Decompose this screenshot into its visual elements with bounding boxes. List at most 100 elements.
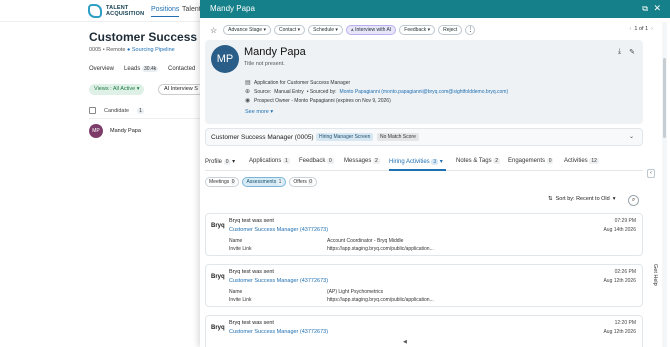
card-invite-link[interactable]: https://app.staging.bryq.com/public/appl… — [327, 246, 434, 252]
card-invite-label: Invite Link — [229, 297, 252, 303]
tab-messages[interactable]: Messages 2 — [344, 158, 380, 164]
tab-activities[interactable]: Activities 12 — [564, 158, 599, 164]
nav-positions[interactable]: Positions — [151, 6, 180, 17]
more-options-icon[interactable]: ⋮ — [465, 25, 476, 35]
match-score-badge: No Match Score — [377, 133, 419, 141]
tab-notes-tags[interactable]: Notes & Tags 2 — [456, 158, 501, 164]
bg-tab-overview[interactable]: Overview — [89, 66, 114, 72]
card-title: Bryq test was sent — [229, 320, 274, 326]
card-name-value: Account Coordinator - Bryq Middle — [327, 238, 404, 244]
next-arrow-icon[interactable]: › — [651, 26, 653, 32]
sort-icon: ⇅ — [548, 196, 553, 202]
action-bar: ☆ Advance Stage ▾ Contact ▾ Schedule ▾ ⩓… — [200, 22, 670, 38]
tab-hiring-activities[interactable]: Hiring Activities 3 ▾ — [389, 158, 443, 165]
views-dropdown[interactable]: Views : All Active ▾ — [89, 84, 145, 95]
document-icon: ▤ — [245, 80, 251, 86]
brand-logo[interactable]: TALENT ACQUISITION — [88, 4, 144, 18]
sourced-by-link[interactable]: Monto Papagianni (monto.papagianni@bryq.… — [340, 89, 509, 95]
avatar: MP — [89, 124, 103, 138]
schedule-button[interactable]: Schedule ▾ — [308, 25, 343, 35]
candidate-header: Candidate 1 — [89, 103, 204, 119]
reject-button[interactable]: Reject — [438, 25, 463, 35]
candidate-name: Mandy Papa — [244, 46, 306, 58]
brand-line2: ACQUISITION — [106, 11, 145, 17]
contact-button[interactable]: Contact ▾ — [274, 25, 306, 35]
card-time: 12:20 PM — [614, 320, 636, 326]
subtab-offers[interactable]: Offers 0 — [289, 177, 318, 187]
candidate-title: Title not present. — [244, 61, 285, 67]
card-title: Bryq test was sent — [229, 269, 274, 275]
profile-card: MP Mandy Papa Title not present. ⤓ ✎ ▤ A… — [205, 40, 643, 124]
card-name-label: Name — [229, 289, 243, 295]
ai-icon: ⩓ — [350, 27, 354, 33]
ai-interview-filter[interactable]: AI Interview S — [158, 84, 204, 95]
bryq-logo: Bryq — [211, 274, 225, 280]
select-all-checkbox[interactable] — [89, 107, 96, 114]
chevron-down-icon: ▾ — [612, 196, 616, 202]
pager: ‹ 1 of 1 › — [629, 26, 653, 32]
application-line: ▤ Application for Customer Success Manag… — [245, 79, 351, 87]
star-icon[interactable]: ☆ — [210, 26, 217, 35]
position-mode: Remote — [106, 47, 126, 53]
advance-stage-button[interactable]: Advance Stage ▾ — [223, 25, 271, 35]
see-more-link[interactable]: See more ▾ — [245, 109, 273, 115]
assessment-card: Bryq Bryq test was sent Customer Success… — [205, 264, 643, 307]
download-icon[interactable]: ⤓ — [618, 48, 621, 56]
card-job-link[interactable]: Customer Success Manager (43772673) — [229, 329, 328, 335]
get-help-tab[interactable]: Get Help — [652, 264, 658, 286]
card-date: Aug 12th 2026 — [603, 329, 636, 335]
collapse-panel-icon[interactable]: ‹ — [647, 169, 655, 178]
subtab-assessments[interactable]: Assessments 1 — [242, 177, 287, 187]
interview-with-ai-button[interactable]: ⩓ Interview with AI — [345, 25, 397, 35]
stage-badge: Hiring Manager Screen — [316, 133, 374, 141]
tab-feedback[interactable]: Feedback 0 — [299, 158, 334, 164]
card-time: 02:26 PM — [614, 269, 636, 275]
tab-applications[interactable]: Applications 1 — [249, 158, 290, 164]
position-status[interactable]: Sourcing Pipeline — [132, 47, 175, 53]
previous-arrow-icon[interactable]: ‹ — [630, 26, 632, 32]
bg-tab-leads[interactable]: Leads 30.4k — [124, 66, 159, 72]
job-card[interactable]: Customer Success Manager (0005) Hiring M… — [205, 128, 643, 146]
source-line: ⊕ Source: Manual Entry • Sourced by: Mon… — [245, 88, 509, 96]
candidate-row[interactable]: MP Mandy Papa — [89, 124, 141, 138]
tab-bar: Profile 0 ▾ Applications 1 Feedback 0 Me… — [205, 155, 643, 171]
edit-icon[interactable]: ✎ — [629, 48, 635, 56]
card-title: Bryq test was sent — [229, 218, 274, 224]
source-icon: ⊕ — [245, 89, 251, 95]
job-title: Customer Success Manager (0005) — [211, 134, 314, 141]
tab-profile[interactable]: Profile 0 ▾ — [205, 158, 235, 165]
nav-talent[interactable]: Talent — [182, 6, 201, 13]
prospect-owner-line: ◉ Prospect Owner - Monto Papagianni (exp… — [245, 97, 391, 105]
position-meta: 0005 • Remote ● Sourcing Pipeline — [89, 47, 175, 53]
card-invite-label: Invite Link — [229, 246, 252, 252]
feedback-button[interactable]: Feedback ▾ — [399, 25, 436, 35]
card-time: 07:29 PM — [614, 218, 636, 224]
assessment-card: Bryq Bryq test was sent Customer Success… — [205, 213, 643, 256]
close-icon[interactable]: ✕ — [653, 3, 661, 14]
scroll-left-icon[interactable]: ◀ — [403, 339, 407, 345]
card-job-link[interactable]: Customer Success Manager (43772673) — [229, 278, 328, 284]
subtab-bar: Meetings 0 Assessments 1 Offers 0 — [205, 177, 318, 187]
card-job-link[interactable]: Customer Success Manager (43772673) — [229, 227, 328, 233]
tab-engagements[interactable]: Engagements 0 — [508, 158, 554, 164]
sort-dropdown[interactable]: ⇅ Sort by: Recent to Old ▾ — [548, 196, 615, 202]
drawer-title: Mandy Papa — [210, 4, 255, 13]
subtab-meetings[interactable]: Meetings 0 — [205, 177, 240, 187]
open-external-icon[interactable]: ⧉ — [642, 4, 648, 14]
assessment-card: Bryq Bryq test was sent Customer Success… — [205, 315, 643, 347]
scrollbar[interactable] — [662, 22, 667, 347]
card-name-label: Name — [229, 238, 243, 244]
card-name-value: (AP) Light Psychometrics — [327, 289, 384, 295]
chevron-down-icon[interactable]: ⌄ — [629, 133, 634, 140]
bryq-logo: Bryq — [211, 325, 225, 331]
candidate-name[interactable]: Mandy Papa — [110, 128, 141, 134]
pipeline-dot-icon: ● — [127, 47, 131, 53]
card-invite-link[interactable]: https://app.staging.bryq.com/public/appl… — [327, 297, 434, 303]
avatar: MP — [211, 45, 239, 73]
bg-tab-contacted[interactable]: Contacted — [168, 66, 195, 72]
scrollbar-thumb[interactable] — [663, 58, 666, 138]
search-icon[interactable]: ⌕ — [628, 195, 639, 206]
card-date: Aug 14th 2026 — [603, 227, 636, 233]
drawer-header: Mandy Papa ⧉ ✕ — [200, 0, 670, 18]
candidate-drawer: Mandy Papa ⧉ ✕ ☆ Advance Stage ▾ Contact… — [200, 0, 670, 347]
